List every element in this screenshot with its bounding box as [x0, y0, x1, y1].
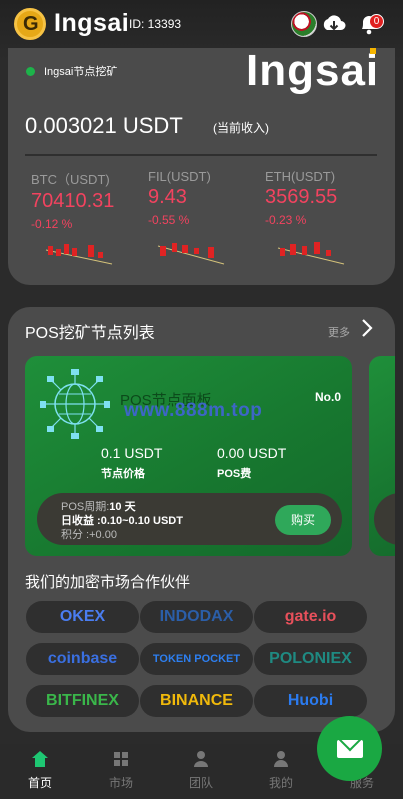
partner-okex[interactable]: OKEX [26, 601, 139, 633]
tab-label: 市场 [108, 776, 133, 790]
partner-coinbase[interactable]: coinbase [26, 643, 139, 675]
node-mining-label: Ingsai节点挖矿 [44, 66, 118, 78]
node-price-label: 节点价格 [101, 468, 145, 480]
pos-list-title: POS挖矿节点列表 [25, 325, 155, 342]
divider [25, 154, 377, 156]
mining-node-card-next[interactable] [369, 356, 395, 556]
ticker-name: FIL(USDT) [148, 169, 211, 184]
ticker-name: BTC（USDT) [31, 172, 110, 187]
user-icon [274, 751, 288, 767]
watermark-text: www.888m.top [124, 400, 263, 421]
partner-bitfinex[interactable]: BITFINEX [26, 685, 139, 717]
home-icon [32, 751, 48, 767]
candlestick-chart-icon [157, 243, 225, 265]
brand-accent-icon [370, 48, 376, 54]
app-page: Ingsai ID: 13393 0 Ingsai节点挖矿 Ingsai 0.0… [0, 0, 403, 799]
candlestick-chart-icon [45, 244, 113, 265]
node-level: No.0 [315, 390, 342, 404]
brand-name: Ingsai [54, 9, 130, 37]
logo-icon [14, 8, 46, 40]
tab-market[interactable]: 市场 [91, 750, 151, 791]
pos-fee-label: POS费 [217, 468, 252, 480]
tab-team[interactable]: 团队 [171, 750, 231, 791]
partner-binance[interactable]: BINANCE [140, 685, 253, 717]
partner-tokenpocket[interactable]: TOKEN POCKET [140, 643, 253, 675]
pos-fee-value: 0.00 USDT [217, 445, 287, 461]
pos-node-list: POS挖矿节点列表 更多 POS节点面板 www.888m.top No.0 0… [8, 307, 395, 732]
ticker-price: 3569.55 [265, 186, 338, 208]
ticker-btc[interactable]: BTC（USDT) 70410.31 -0.12 % [31, 169, 141, 231]
notification-button[interactable]: 0 [354, 11, 384, 37]
current-income-label: (当前收入) [213, 121, 269, 135]
ticker-change: -0.23 % [265, 213, 307, 227]
tab-profile[interactable]: 我的 [251, 750, 311, 791]
ticker-price: 9.43 [148, 186, 187, 208]
mining-node-card[interactable]: POS节点面板 www.888m.top No.0 0.1 USDT 节点价格 … [25, 356, 352, 556]
network-globe-icon [40, 369, 110, 439]
points: 积分 :+0.00 [61, 529, 117, 541]
partner-indodax[interactable]: INDODAX [140, 601, 253, 633]
card-footer [374, 493, 395, 545]
download-icon[interactable] [321, 11, 347, 37]
status-dot-icon [26, 67, 35, 76]
candlestick-chart-icon [277, 242, 345, 265]
partner-poloniex[interactable]: POLONIEX [254, 643, 367, 675]
notification-badge: 0 [369, 14, 384, 29]
ticker-eth[interactable]: ETH(USDT) 3569.55 -0.23 % [265, 169, 375, 227]
ticker-price: 70410.31 [31, 190, 115, 212]
team-icon [194, 751, 208, 767]
tab-label: 我的 [268, 776, 293, 790]
top-bar: Ingsai ID: 13393 0 [0, 0, 403, 48]
market-icon [114, 752, 128, 766]
message-fab-button[interactable] [317, 716, 382, 781]
tab-label: 首页 [27, 776, 52, 790]
ticker-change: -0.55 % [148, 213, 190, 227]
partner-gateio[interactable]: gate.io [254, 601, 367, 633]
tab-label: 团队 [188, 776, 213, 790]
buy-button[interactable]: 购买 [275, 505, 331, 535]
ticker-change: -0.12 % [31, 217, 73, 231]
partners-title: 我们的加密市场合作伙伴 [25, 574, 191, 591]
hero-brand: Ingsai [246, 46, 380, 95]
card-footer: POS周期:10 天 日收益 :0.10~0.10 USDT 积分 :+0.00… [37, 493, 342, 545]
ticker-name: ETH(USDT) [265, 169, 336, 184]
more-link[interactable]: 更多 [328, 324, 350, 340]
chevron-right-icon[interactable] [360, 318, 374, 338]
ticker-fil[interactable]: FIL(USDT) 9.43 -0.55 % [148, 169, 258, 227]
node-price-value: 0.1 USDT [101, 445, 163, 461]
language-globe-icon[interactable] [291, 11, 317, 37]
mail-icon [337, 740, 363, 758]
partner-huobi[interactable]: Huobi [254, 685, 367, 717]
earnings-card: Ingsai节点挖矿 Ingsai 0.003021 USDT (当前收入) B… [8, 46, 395, 285]
user-id: ID: 13393 [129, 17, 182, 31]
current-income-amount: 0.003021 USDT [25, 113, 183, 138]
tab-home[interactable]: 首页 [10, 750, 70, 791]
